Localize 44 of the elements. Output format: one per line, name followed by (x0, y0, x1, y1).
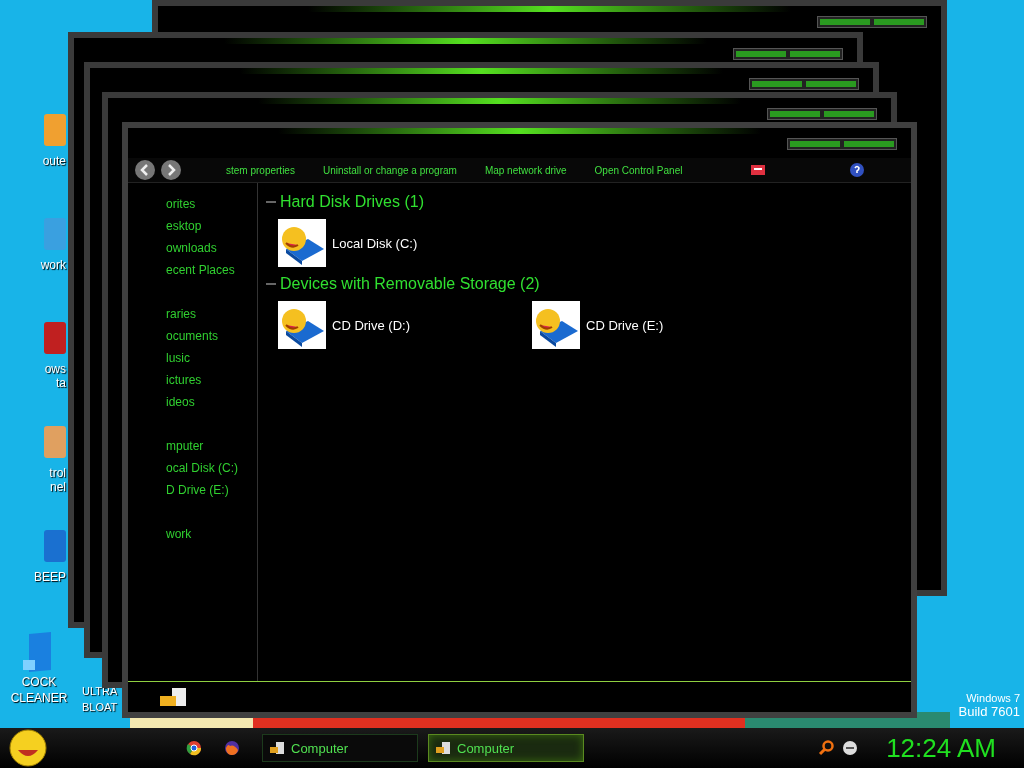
clock[interactable]: 12:24 AM (886, 732, 996, 764)
nav-pane-item[interactable]: ecent Places (166, 259, 257, 281)
group-header[interactable]: Devices with Removable Storage (2) (280, 275, 540, 293)
desktop-icon-label[interactable]: ULTRA (82, 683, 118, 699)
task-link[interactable]: Uninstall or change a program (322, 164, 457, 176)
taskbar-button[interactable]: Computer (428, 734, 584, 762)
nav-pane-item[interactable]: orites (166, 193, 257, 215)
caption-buttons[interactable] (787, 138, 897, 150)
computer-icon (435, 741, 451, 755)
nav-pane-item[interactable]: ocal Disk (C:) (166, 457, 257, 479)
build-watermark: Build 7601 (958, 704, 1020, 719)
drive-icon[interactable] (532, 301, 580, 349)
nav-pane-item[interactable]: raries (166, 303, 257, 325)
nav-pane-item[interactable]: ocuments (166, 325, 257, 347)
nav-pane-item[interactable]: ideos (166, 391, 257, 413)
group-header[interactable]: Hard Disk Drives (1) (280, 193, 424, 211)
nav-pane-item[interactable]: lusic (166, 347, 257, 369)
taskbar-button[interactable]: Computer (262, 734, 418, 762)
view-icon[interactable] (751, 165, 765, 175)
drive-label[interactable]: CD Drive (E:) (586, 317, 664, 333)
nav-pane-item[interactable]: work (166, 523, 257, 545)
build-watermark: Windows 7 (966, 692, 1020, 704)
browser-icon[interactable] (186, 740, 202, 756)
help-icon[interactable] (849, 162, 865, 178)
nav-pane-item[interactable]: mputer (166, 435, 257, 457)
nav-pane-item[interactable]: ictures (166, 369, 257, 391)
drive-icon[interactable] (278, 301, 326, 349)
drive-label[interactable]: CD Drive (D:) (332, 317, 410, 333)
computer-icon (158, 686, 188, 708)
status-icon[interactable] (842, 740, 859, 756)
drive-icon[interactable] (278, 219, 326, 267)
start-button[interactable] (8, 728, 48, 768)
nav-pane-item[interactable]: ownloads (166, 237, 257, 259)
nav-pane-item[interactable]: D Drive (E:) (166, 479, 257, 501)
search-icon[interactable] (818, 740, 835, 756)
nav-pane-item[interactable]: esktop (166, 215, 257, 237)
forward-icon[interactable] (160, 159, 182, 181)
browser-icon[interactable] (224, 740, 240, 756)
task-link[interactable]: Map network drive (484, 164, 567, 176)
drive-label[interactable]: Local Disk (C:) (332, 235, 418, 251)
computer-icon (269, 741, 285, 755)
task-link[interactable]: stem properties (226, 164, 295, 176)
back-icon[interactable] (134, 159, 156, 181)
task-link[interactable]: Open Control Panel (594, 164, 683, 176)
